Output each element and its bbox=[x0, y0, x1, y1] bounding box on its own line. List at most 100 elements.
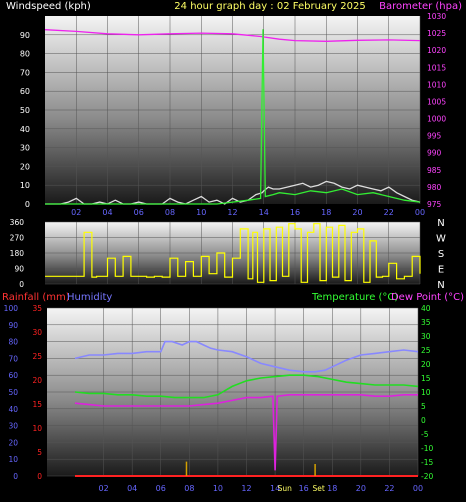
rainfall-tick-labels: 0 5 10 15 20 25 30 35 bbox=[32, 304, 42, 481]
barometer-tick: 995 bbox=[427, 132, 442, 141]
humidity-tick: 10 bbox=[8, 455, 18, 464]
x-tick: 16 bbox=[290, 208, 300, 217]
compass-label: S bbox=[438, 249, 444, 260]
x-tick: 10 bbox=[196, 208, 206, 217]
x-tick: 06 bbox=[156, 484, 166, 493]
temperature-tick: 0 bbox=[421, 416, 426, 425]
x-tick: 12 bbox=[227, 208, 237, 217]
humidity-tick: 80 bbox=[8, 338, 18, 347]
wind-direction-tick-labels: 0 90 180 270 360 bbox=[10, 218, 25, 289]
compass-labels: NWSEN bbox=[436, 218, 446, 291]
temperature-tick: 15 bbox=[421, 374, 431, 383]
x-tick: 00 bbox=[413, 484, 423, 493]
humidity-tick: 60 bbox=[8, 371, 18, 380]
x-tick: 20 bbox=[352, 208, 362, 217]
x-tick: 14 bbox=[259, 208, 269, 217]
x-tick: 18 bbox=[321, 208, 331, 217]
wind-direction-panel: 090180270360 NWSEN bbox=[10, 218, 446, 291]
x-tick: 08 bbox=[165, 208, 175, 217]
windspeed-tick: 10 bbox=[20, 181, 30, 190]
rainfall-tick: 15 bbox=[32, 400, 42, 409]
temperature-tick-labels: -20 -15 -10 -5 0 5 10 15 20 25 30 35 40 bbox=[421, 304, 433, 481]
humidity-tick: 50 bbox=[8, 388, 18, 397]
dew-point-axis-title: Dew Point (°C) bbox=[391, 292, 464, 303]
rainfall-tick: 35 bbox=[32, 304, 42, 313]
barometer-tick: 1000 bbox=[427, 115, 446, 124]
barometer-tick-labels: 975 980 985 990 995 1000 1005 1010 1015 1020 1025 1… bbox=[427, 12, 446, 209]
temperature-tick: 30 bbox=[421, 332, 431, 341]
barometer-tick: 980 bbox=[427, 183, 442, 192]
humidity-axis-title: Humidity bbox=[67, 292, 112, 303]
windspeed-tick: 20 bbox=[20, 162, 30, 171]
temp-humidity-rain-panel: 0 10 20 30 40 50 60 70 80 90 100 0 5 10 15 20 25 30 35 -2… bbox=[4, 304, 434, 493]
graph-title: 24 hour graph day : 02 February 2025 bbox=[174, 1, 365, 12]
wind-pressure-x-tick-labels: 02 04 06 08 10 12 14 16 18 20 22 00 bbox=[71, 208, 425, 217]
wind-direction-tick: 360 bbox=[10, 218, 25, 227]
wind-direction-tick: 0 bbox=[19, 280, 24, 289]
temperature-tick: 10 bbox=[421, 388, 431, 397]
wind-direction-tick: 270 bbox=[10, 234, 25, 243]
sunset-label: Set bbox=[313, 484, 325, 493]
temperature-tick: 40 bbox=[421, 304, 431, 313]
humidity-tick: 0 bbox=[13, 472, 18, 481]
windspeed-tick-labels: 0 10 20 30 40 50 60 70 80 90 bbox=[20, 31, 30, 209]
barometer-tick: 990 bbox=[427, 149, 442, 158]
temperature-tick: 25 bbox=[421, 346, 431, 355]
windspeed-tick: 50 bbox=[20, 106, 30, 115]
x-tick: 22 bbox=[384, 208, 394, 217]
x-tick: 10 bbox=[213, 484, 223, 493]
temperature-tick: 35 bbox=[421, 318, 431, 327]
windspeed-tick: 80 bbox=[20, 50, 30, 59]
rainfall-tick: 30 bbox=[32, 328, 42, 337]
compass-label: N bbox=[437, 218, 444, 229]
barometer-tick: 1020 bbox=[427, 46, 446, 55]
windspeed-tick: 30 bbox=[20, 144, 30, 153]
humidity-tick: 100 bbox=[4, 304, 19, 313]
humidity-tick: 40 bbox=[8, 405, 18, 414]
x-tick: 04 bbox=[127, 484, 137, 493]
x-tick: 06 bbox=[134, 208, 144, 217]
humidity-tick: 30 bbox=[8, 422, 18, 431]
humidity-tick: 20 bbox=[8, 438, 18, 447]
rainfall-tick: 5 bbox=[37, 448, 42, 457]
x-tick: 04 bbox=[102, 208, 112, 217]
temp-humidity-x-tick-labels: 02 04 06 08 10 12 14 16 18 20 22 00 bbox=[98, 484, 423, 493]
humidity-tick: 70 bbox=[8, 354, 18, 363]
compass-label: N bbox=[437, 280, 444, 291]
rainfall-tick: 10 bbox=[32, 424, 42, 433]
barometer-tick: 975 bbox=[427, 200, 442, 209]
x-tick: 02 bbox=[71, 208, 81, 217]
wind-direction-tick: 90 bbox=[14, 265, 24, 274]
windspeed-tick: 0 bbox=[25, 200, 30, 209]
barometer-tick: 985 bbox=[427, 166, 442, 175]
windspeed-tick: 90 bbox=[20, 31, 30, 40]
barometer-tick: 1015 bbox=[427, 63, 446, 72]
x-tick: 22 bbox=[384, 484, 394, 493]
x-tick: 12 bbox=[241, 484, 251, 493]
barometer-tick: 1025 bbox=[427, 29, 446, 38]
barometer-tick: 1030 bbox=[427, 12, 446, 21]
x-tick: 02 bbox=[98, 484, 108, 493]
rainfall-tick: 20 bbox=[32, 376, 42, 385]
windspeed-axis-title: Windspeed (kph) bbox=[6, 1, 91, 12]
temperature-tick: 5 bbox=[421, 402, 426, 411]
weather-graph: Windspeed (kph) 24 hour graph day : 02 F… bbox=[0, 0, 466, 498]
temperature-tick: -15 bbox=[421, 458, 433, 467]
sunrise-label: Sun bbox=[278, 484, 293, 493]
humidity-tick-labels: 0 10 20 30 40 50 60 70 80 90 100 bbox=[4, 304, 19, 481]
temperature-tick: -20 bbox=[421, 472, 433, 481]
temperature-tick: -5 bbox=[421, 430, 429, 439]
humidity-tick: 90 bbox=[8, 321, 18, 330]
temperature-axis-title: Temperature (°C) bbox=[311, 292, 398, 303]
x-tick: 18 bbox=[327, 484, 337, 493]
windspeed-tick: 70 bbox=[20, 68, 30, 77]
windspeed-tick: 60 bbox=[20, 87, 30, 96]
x-tick: 20 bbox=[356, 484, 366, 493]
x-tick: 16 bbox=[299, 484, 309, 493]
barometer-axis-title: Barometer (hpa) bbox=[379, 1, 462, 12]
barometer-tick: 1010 bbox=[427, 80, 446, 89]
temperature-tick: -10 bbox=[421, 444, 433, 453]
rainfall-tick: 25 bbox=[32, 352, 42, 361]
x-tick: 00 bbox=[415, 208, 425, 217]
compass-label: E bbox=[438, 265, 444, 276]
